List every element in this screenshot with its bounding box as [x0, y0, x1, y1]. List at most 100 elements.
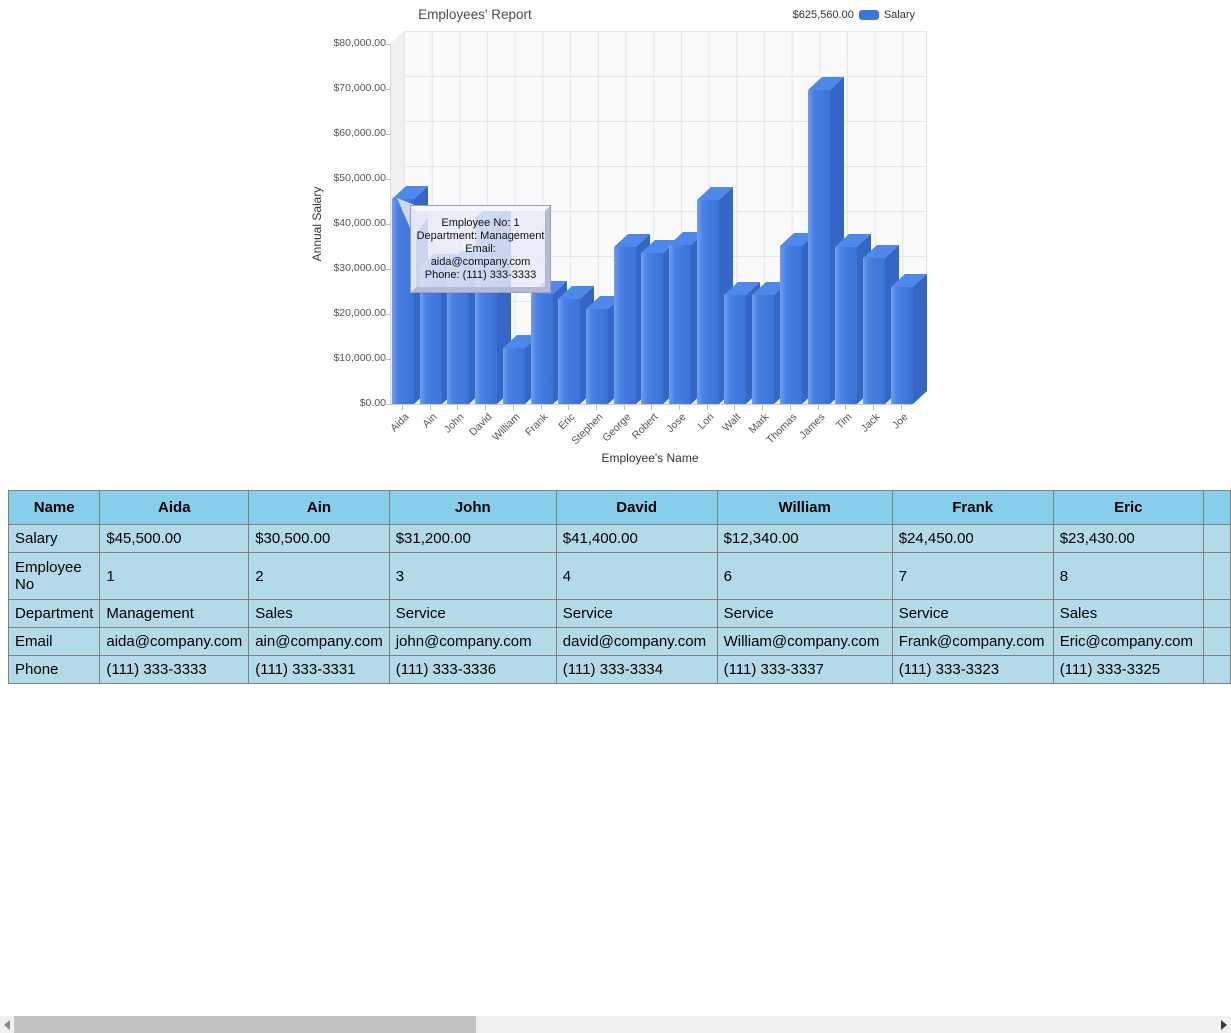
y-tick-label: $50,000.00	[296, 172, 386, 184]
table-cell: $45,500.00	[100, 525, 249, 553]
table-cell: $24,450.00	[892, 525, 1053, 553]
table-cell: (111) 333-3334	[556, 656, 717, 684]
bar[interactable]	[697, 200, 719, 404]
bar[interactable]	[531, 294, 553, 404]
table-cell: (111) 333-3331	[249, 656, 390, 684]
table-cell: William@company.com	[717, 628, 892, 656]
y-tick-label: $40,000.00	[296, 217, 386, 229]
table-cell	[1203, 525, 1230, 553]
table-cell: (111) 333-3333	[100, 656, 249, 684]
scroll-right-arrow-icon[interactable]	[1221, 1020, 1227, 1030]
table-cell	[1203, 600, 1230, 628]
table-cell: $23,430.00	[1053, 525, 1203, 553]
x-tick-mark	[818, 405, 819, 410]
horizontal-scrollbar[interactable]	[0, 1016, 1231, 1033]
table-cell: 1	[100, 553, 249, 600]
tooltip-line: Department: Management	[416, 230, 545, 243]
table-cell: $30,500.00	[249, 525, 390, 553]
bar[interactable]	[669, 245, 691, 404]
scrollbar-thumb[interactable]	[14, 1016, 476, 1033]
bar[interactable]	[891, 287, 913, 404]
y-tick-mark	[383, 44, 391, 45]
x-tick-mark	[845, 405, 846, 410]
bar[interactable]	[641, 253, 663, 404]
table-header-cell: Frank	[892, 491, 1053, 525]
bar[interactable]	[863, 258, 885, 404]
table-cell: $41,400.00	[556, 525, 717, 553]
y-tick-mark	[383, 404, 391, 405]
y-tick-mark	[383, 134, 391, 135]
table-header-cell: Eric	[1053, 491, 1203, 525]
table-cell: $12,340.00	[717, 525, 892, 553]
table-header-cell: Name	[9, 491, 100, 525]
bar[interactable]	[614, 247, 636, 404]
table-row: DepartmentManagementSalesServiceServiceS…	[9, 600, 1231, 628]
x-tick-mark	[790, 405, 791, 410]
table-cell: 7	[892, 553, 1053, 600]
bar[interactable]	[503, 348, 525, 404]
x-tick-mark	[513, 405, 514, 410]
x-tick-mark	[651, 405, 652, 410]
chart-tooltip: Employee No: 1 Department: Management Em…	[411, 206, 550, 292]
y-tick-mark	[383, 224, 391, 225]
table-header-row: NameAidaAinJohnDavidWilliamFrankEric	[9, 491, 1231, 525]
table-row: Employee No1234678	[9, 553, 1231, 600]
table-row: Phone(111) 333-3333(111) 333-3331(111) 3…	[9, 656, 1231, 684]
tooltip-line: Email:	[416, 243, 545, 256]
page: Employees' Report $625,560.00 Salary Ann…	[0, 0, 1231, 1033]
y-tick-label: $20,000.00	[296, 307, 386, 319]
bar[interactable]	[835, 247, 857, 404]
table-cell	[1203, 553, 1230, 600]
table-cell: ain@company.com	[249, 628, 390, 656]
y-tick-mark	[383, 359, 391, 360]
y-tick-label: $80,000.00	[296, 37, 386, 49]
table-cell: 6	[717, 553, 892, 600]
employee-table: NameAidaAinJohnDavidWilliamFrankEricSala…	[8, 490, 1231, 684]
y-tick-label: $70,000.00	[296, 82, 386, 94]
x-tick-mark	[873, 405, 874, 410]
table-cell: 3	[389, 553, 556, 600]
table-cell: (111) 333-3325	[1053, 656, 1203, 684]
table-cell: Phone	[9, 656, 100, 684]
table-header-cell: David	[556, 491, 717, 525]
salary-chart: Employees' Report $625,560.00 Salary Ann…	[0, 0, 1231, 475]
table-cell: Service	[717, 600, 892, 628]
table-cell: Frank@company.com	[892, 628, 1053, 656]
bar[interactable]	[752, 295, 774, 404]
table-header-cell: Aida	[100, 491, 249, 525]
bar[interactable]	[586, 309, 608, 404]
plot-area: $80,000.00$70,000.00$60,000.00$50,000.00…	[0, 0, 1231, 475]
y-tick-mark	[383, 89, 391, 90]
x-tick-mark	[679, 405, 680, 410]
x-tick-mark	[624, 405, 625, 410]
table-cell: (111) 333-3336	[389, 656, 556, 684]
table-cell: Sales	[1053, 600, 1203, 628]
x-tick-mark	[541, 405, 542, 410]
table-cell: (111) 333-3337	[717, 656, 892, 684]
table-cell: 4	[556, 553, 717, 600]
bar[interactable]	[724, 295, 746, 404]
table-cell: Department	[9, 600, 100, 628]
table-cell	[1203, 628, 1230, 656]
table-cell: Sales	[249, 600, 390, 628]
y-tick-label: $30,000.00	[296, 262, 386, 274]
table-cell: Service	[892, 600, 1053, 628]
x-tick-mark	[568, 405, 569, 410]
table-cell: Salary	[9, 525, 100, 553]
x-tick-mark	[485, 405, 486, 410]
x-tick-mark	[707, 405, 708, 410]
table-header-cell: Ain	[249, 491, 390, 525]
bar[interactable]	[558, 299, 580, 404]
table-cell: Service	[556, 600, 717, 628]
y-tick-label: $0.00	[296, 397, 386, 409]
table-cell: $31,200.00	[389, 525, 556, 553]
y-tick-label: $10,000.00	[296, 352, 386, 364]
bar[interactable]	[808, 90, 830, 404]
table-cell: Management	[100, 600, 249, 628]
bar-side-face	[913, 274, 927, 404]
bar[interactable]	[780, 246, 802, 404]
table-cell: 2	[249, 553, 390, 600]
table-cell: Service	[389, 600, 556, 628]
x-tick-mark	[762, 405, 763, 410]
scroll-left-arrow-icon[interactable]	[4, 1020, 10, 1030]
